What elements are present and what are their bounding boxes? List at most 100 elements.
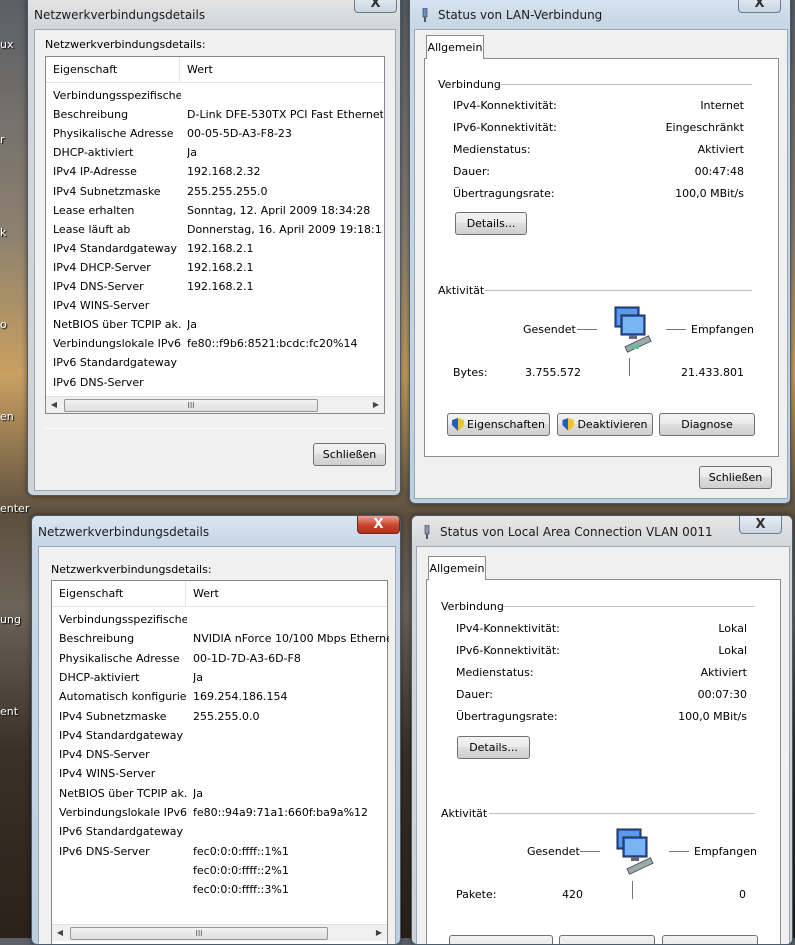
- scroll-right-icon[interactable]: ▶: [373, 927, 385, 939]
- desktop-label[interactable]: r: [0, 133, 5, 146]
- horizontal-scrollbar[interactable]: ◀ III ▶: [46, 396, 384, 413]
- horizontal-scrollbar[interactable]: ◀ III ▶: [52, 924, 387, 941]
- property-cell: IPv6 Standardgateway: [59, 825, 183, 839]
- close-icon: X: [755, 517, 766, 532]
- field-value: Eingeschränkt: [665, 121, 744, 134]
- property-cell: IPv4 DNS-Server: [53, 280, 144, 293]
- close-icon: X: [370, 0, 381, 11]
- list-header: Eigenschaft Wert: [46, 57, 384, 83]
- network-icon: [420, 525, 434, 539]
- column-separator[interactable]: [179, 57, 180, 83]
- property-cell: IPv6 DNS-Server: [53, 375, 144, 389]
- property-cell: Verbindungslokale IPv6-...: [53, 337, 181, 351]
- value-cell: [193, 748, 389, 767]
- field-label: IPv6-Konnektivität:: [453, 121, 557, 134]
- properties-button[interactable]: [449, 935, 553, 944]
- tab-general[interactable]: Allgemein: [426, 35, 484, 59]
- property-cell: IPv4 WINS-Server: [53, 299, 150, 313]
- desktop-label[interactable]: ux: [0, 38, 13, 51]
- window-title: Status von Local Area Connection VLAN 00…: [440, 525, 713, 539]
- property-cell: IPv4 Standardgateway: [59, 728, 183, 742]
- property-cell: IPv4 Subnetzmaske: [59, 709, 167, 723]
- diagnose-button[interactable]: [662, 935, 758, 944]
- value-cell: fec0:0:0:ffff::3%1: [193, 883, 289, 897]
- dialog-client-area: Allgemein Verbindung IPv4-Konnektivität:…: [414, 29, 788, 499]
- section-connection-label: Verbindung: [441, 600, 504, 613]
- title-bar[interactable]: Netzwerkverbindungsdetails: [28, 1, 400, 29]
- value-cell: fec0:0:0:ffff::2%1: [193, 863, 289, 877]
- field-value: 100,0 MBit/s: [678, 710, 747, 723]
- column-separator[interactable]: [185, 581, 186, 607]
- property-cell: DHCP-aktiviert: [53, 146, 134, 160]
- field-label: Medienstatus:: [456, 666, 534, 679]
- details-button[interactable]: Details...: [455, 212, 527, 235]
- value-cell: 169.254.186.154: [193, 690, 288, 704]
- value-cell: [187, 376, 383, 395]
- property-cell: Lease erhalten: [53, 203, 135, 217]
- received-line: [669, 851, 689, 852]
- column-header-property[interactable]: Eigenschaft: [59, 587, 123, 600]
- close-button[interactable]: Schließen: [699, 466, 772, 489]
- property-cell: Verbindungslokale IPv6-...: [59, 806, 187, 819]
- disable-button[interactable]: [559, 935, 655, 944]
- field-value: Aktiviert: [700, 666, 747, 679]
- desktop-label[interactable]: ent: [0, 705, 18, 718]
- status-window-1: Status von LAN-Verbindung X Allgemein Ve…: [409, 0, 791, 504]
- bytes-divider: [629, 358, 630, 376]
- column-header-value[interactable]: Wert: [187, 63, 213, 76]
- properties-button-label: Eigenschaften: [467, 418, 545, 431]
- desktop-label[interactable]: o: [0, 318, 7, 331]
- value-cell: NVIDIA nForce 10/100 Mbps Ethernet V: [193, 632, 389, 646]
- scroll-thumb[interactable]: III: [70, 927, 328, 940]
- column-header-value[interactable]: Wert: [193, 587, 219, 600]
- field-label: Dauer:: [456, 688, 493, 701]
- desktop-label[interactable]: ung: [0, 613, 21, 626]
- details-group-label: Netzwerkverbindungsdetails:: [45, 38, 206, 51]
- details-list[interactable]: Eigenschaft Wert Verbindungsspezifisches…: [51, 580, 389, 944]
- title-bar[interactable]: Netzwerkverbindungsdetails: [32, 518, 400, 546]
- window-title: Status von LAN-Verbindung: [438, 8, 603, 22]
- tab-general[interactable]: Allgemein: [428, 556, 486, 580]
- title-bar[interactable]: Status von LAN-Verbindung: [410, 1, 790, 29]
- scroll-left-icon[interactable]: ◀: [48, 399, 60, 411]
- scroll-left-icon[interactable]: ◀: [54, 927, 66, 939]
- close-button[interactable]: Schließen: [313, 443, 386, 466]
- scroll-thumb[interactable]: III: [64, 399, 318, 412]
- close-window-button[interactable]: X: [354, 0, 397, 13]
- sent-line: [580, 851, 600, 852]
- network-activity-icon: [609, 827, 659, 877]
- close-window-button[interactable]: X: [739, 516, 782, 534]
- disable-button[interactable]: Deaktivieren: [557, 413, 653, 436]
- close-window-button[interactable]: X: [357, 516, 400, 534]
- sent-label: Gesendet: [527, 845, 580, 858]
- column-header-property[interactable]: Eigenschaft: [53, 63, 117, 76]
- packets-received-value: 0: [739, 888, 746, 901]
- status-window-2: Status von Local Area Connection VLAN 00…: [411, 515, 793, 945]
- window-title: Netzwerkverbindungsdetails: [38, 525, 210, 539]
- title-bar[interactable]: Status von Local Area Connection VLAN 00…: [412, 518, 792, 546]
- bytes-received-value: 21.433.801: [681, 366, 744, 379]
- dialog-client-area: Netzwerkverbindungsdetails: Eigenschaft …: [34, 29, 396, 491]
- details-button[interactable]: Details...: [457, 736, 530, 759]
- value-cell: 00-1D-7D-A3-6D-F8: [193, 651, 301, 665]
- field-label: IPv6-Konnektivität:: [456, 644, 560, 657]
- diagnose-button[interactable]: Diagnose: [659, 413, 755, 436]
- desktop-label[interactable]: en: [0, 410, 14, 423]
- property-cell: Lease läuft ab: [53, 222, 131, 236]
- property-cell: IPv4 WINS-Server: [59, 767, 156, 781]
- property-cell: IPv4 Subnetzmaske: [53, 184, 161, 198]
- property-cell: Automatisch konfiguriert...: [59, 690, 187, 704]
- field-label: Dauer:: [453, 165, 490, 178]
- close-window-button[interactable]: X: [738, 0, 781, 13]
- property-cell: Physikalische Adresse: [53, 127, 174, 141]
- scroll-right-icon[interactable]: ▶: [370, 399, 382, 411]
- details-list[interactable]: Eigenschaft Wert Verbindungsspezifisches…: [45, 56, 385, 414]
- property-cell: IPv6 Standardgateway: [53, 356, 177, 370]
- desktop-label[interactable]: enter: [0, 502, 29, 515]
- desktop-label[interactable]: k: [0, 226, 6, 239]
- properties-button[interactable]: Eigenschaften: [447, 413, 550, 436]
- value-cell: [193, 729, 389, 748]
- field-label: IPv4-Konnektivität:: [456, 622, 560, 635]
- sent-label: Gesendet: [523, 323, 576, 336]
- property-cell: NetBIOS über TCPIP ak...: [59, 786, 187, 800]
